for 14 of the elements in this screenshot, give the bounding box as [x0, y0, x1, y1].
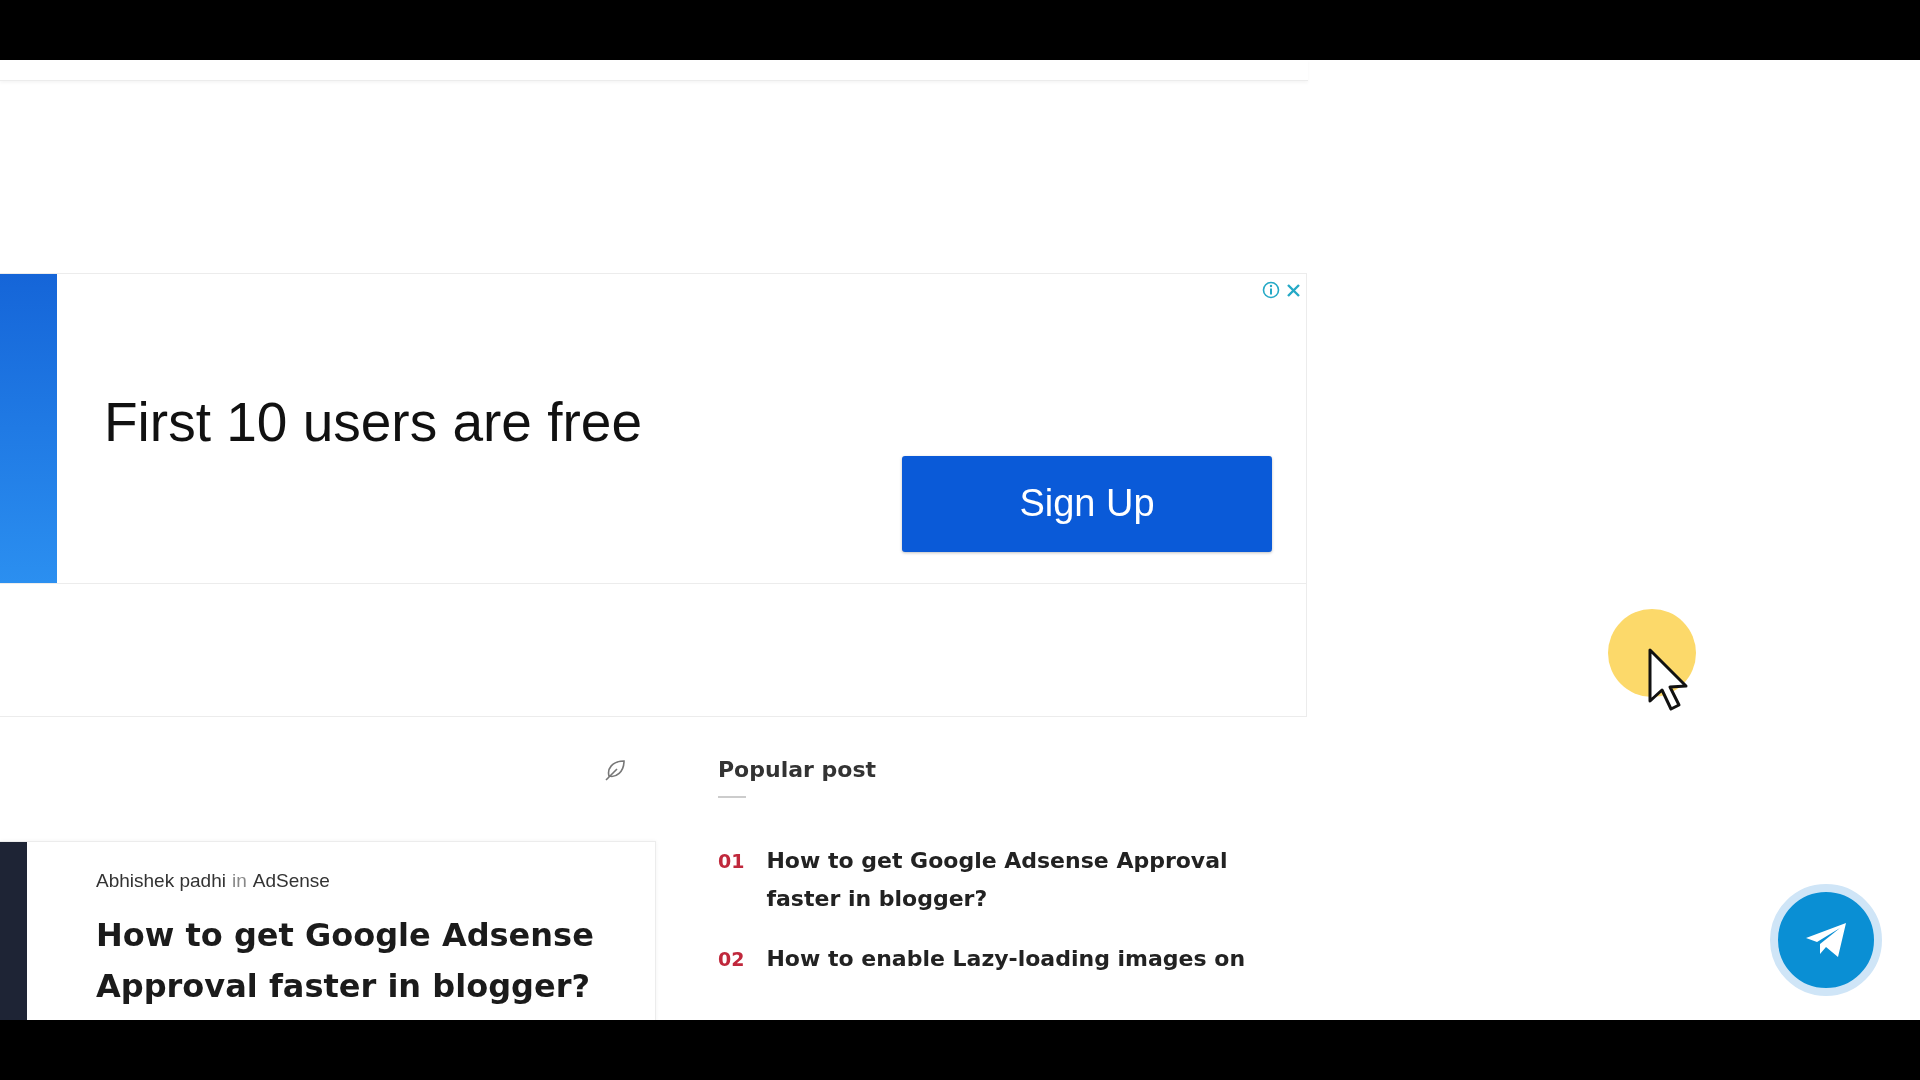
author-link[interactable]: Abhishek padhi — [96, 870, 226, 892]
post-number: 01 — [718, 849, 745, 874]
info-icon[interactable] — [1262, 281, 1280, 299]
category-link[interactable]: AdSense — [252, 870, 330, 892]
popular-post-link[interactable]: How to get Google Adsense Approval faster in blogger? — [766, 842, 1297, 918]
post-title[interactable]: How to get Google Adsense Approval faster in blogger? — [96, 910, 616, 1012]
popular-post-link[interactable]: How to enable Lazy-loading images on — [766, 940, 1297, 978]
paper-plane-icon — [1804, 921, 1848, 959]
post-number: 02 — [718, 947, 745, 972]
meta-connector: in — [231, 870, 247, 892]
close-icon[interactable] — [1286, 282, 1301, 298]
section-heading: Popular post — [718, 757, 877, 784]
sign-up-button[interactable]: Sign Up — [902, 455, 1272, 552]
ad-headline: First 10 users are free — [104, 389, 642, 454]
